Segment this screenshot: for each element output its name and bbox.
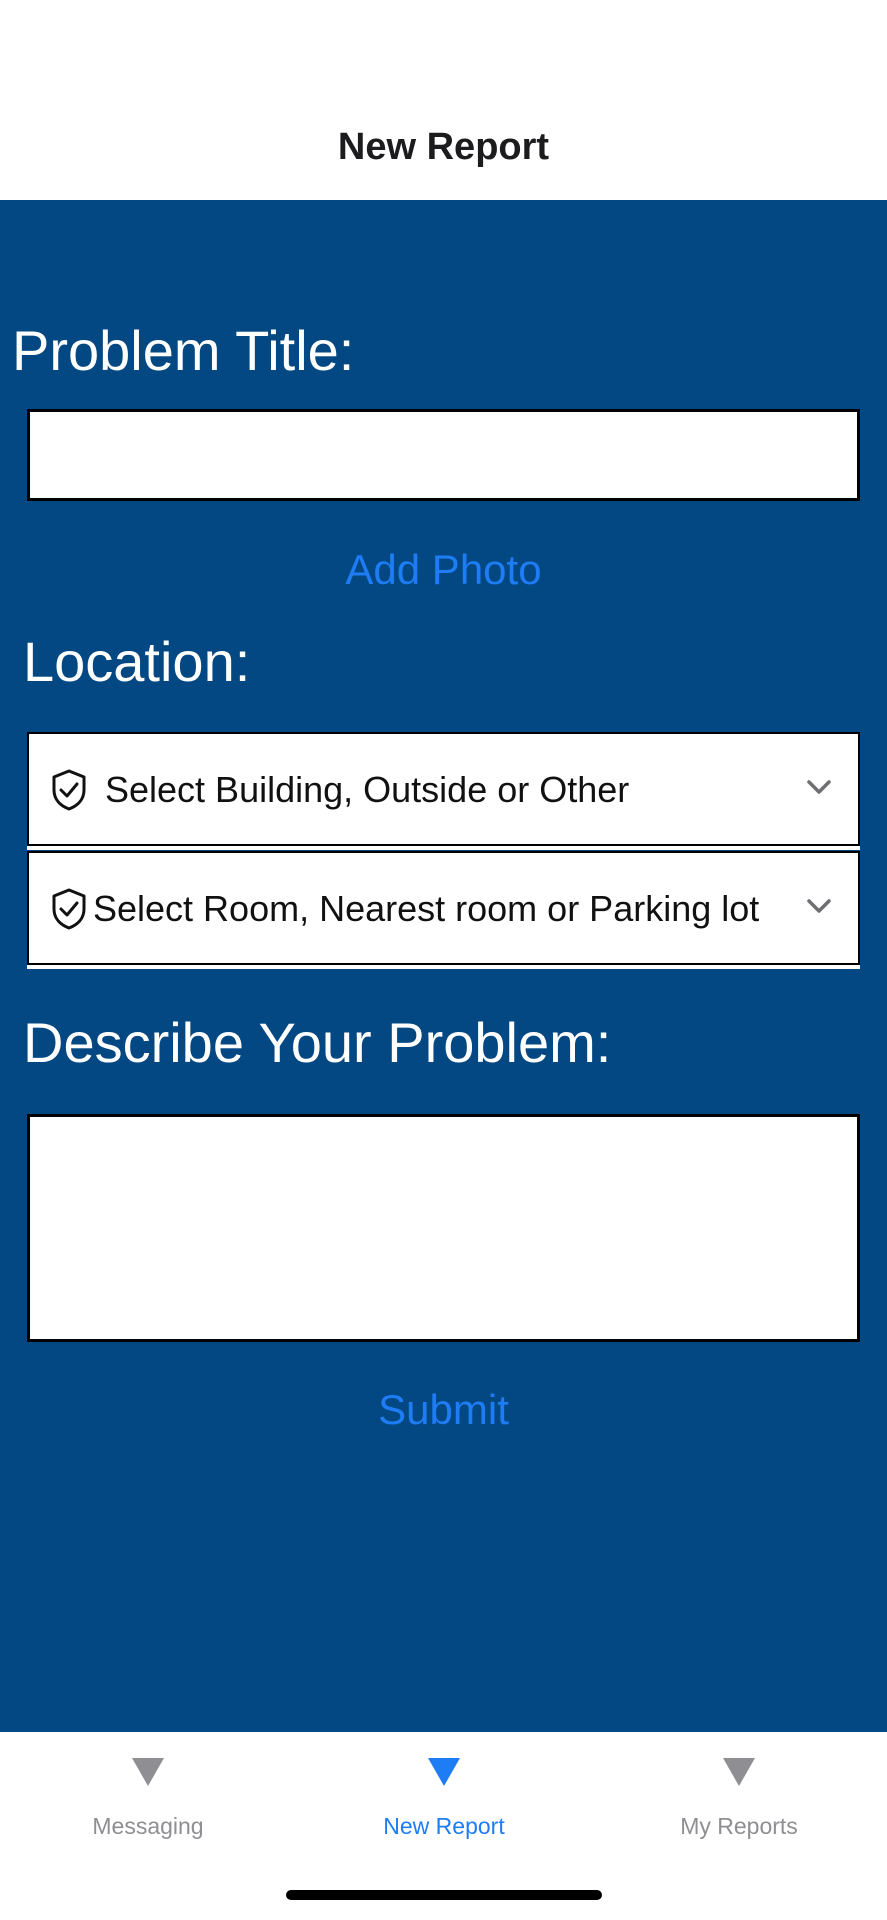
building-select-text: Select Building, Outside or Other [105, 769, 630, 810]
home-indicator [286, 1890, 602, 1900]
location-label: Location: [23, 630, 251, 693]
page-title: New Report [337, 126, 550, 168]
problem-title-input[interactable] [27, 409, 860, 501]
chevron-down-icon [807, 899, 831, 913]
room-select-text: Select Room, Nearest room or Parking lot [93, 888, 760, 929]
problem-title-label: Problem Title: [12, 319, 355, 382]
triangle-down-icon [428, 1758, 460, 1786]
tab-new-report[interactable]: New Report [296, 1732, 592, 1872]
tab-my-reports[interactable]: My Reports [591, 1732, 887, 1872]
add-photo-button[interactable]: Add Photo [0, 546, 887, 594]
shield-check-icon [52, 888, 86, 930]
room-select[interactable]: Select Room, Nearest room or Parking lot [27, 851, 860, 965]
shield-check-icon [52, 769, 86, 811]
submit-button[interactable]: Submit [0, 1386, 887, 1434]
triangle-down-icon [723, 1758, 755, 1786]
report-form: Problem Title: Add Photo Location: Selec… [0, 200, 887, 1732]
building-select[interactable]: Select Building, Outside or Other [27, 732, 860, 846]
triangle-down-icon [132, 1758, 164, 1786]
describe-problem-label: Describe Your Problem: [23, 1011, 612, 1074]
chevron-down-icon [807, 780, 831, 794]
tab-label: My Reports [680, 1813, 798, 1839]
tab-messaging[interactable]: Messaging [0, 1732, 296, 1872]
describe-problem-input[interactable] [27, 1114, 860, 1342]
navigation-bar: New Report [0, 0, 887, 200]
tab-label: Messaging [92, 1813, 204, 1839]
tab-label: New Report [383, 1813, 505, 1839]
